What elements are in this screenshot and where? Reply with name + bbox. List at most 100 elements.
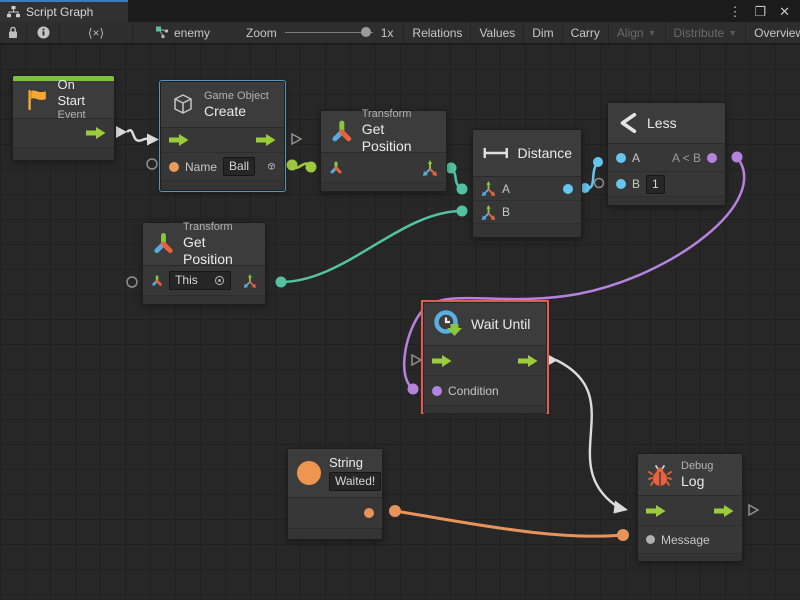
flow-input-port[interactable] bbox=[432, 355, 452, 367]
string-value-field[interactable]: Waited! bbox=[329, 472, 381, 491]
port-label: Name bbox=[185, 160, 217, 174]
unconnected-input-ring[interactable] bbox=[595, 179, 604, 188]
port-row bbox=[424, 346, 546, 376]
node-get-position-top[interactable]: Transform Get Position bbox=[320, 110, 447, 192]
titlebar-right: ⋮ ❐ ✕ bbox=[128, 0, 800, 22]
unconnected-input-ring[interactable] bbox=[127, 277, 137, 287]
condition-input-port[interactable] bbox=[432, 386, 442, 396]
b-value-field[interactable]: 1 bbox=[646, 175, 665, 194]
distance-output-port[interactable] bbox=[563, 184, 573, 194]
flow-output-port[interactable] bbox=[714, 505, 734, 517]
target-field[interactable]: This bbox=[169, 271, 231, 290]
distribute-button[interactable]: Distribute▼ bbox=[666, 22, 747, 43]
carry-button[interactable]: Carry bbox=[563, 22, 609, 43]
graph-toolbar: ⟨×⟩ enemy Zoom 1x Relations Values Dim C… bbox=[0, 22, 800, 44]
node-title: Less bbox=[647, 115, 677, 131]
tab-script-graph[interactable]: Script Graph bbox=[0, 0, 128, 22]
flow-wire-wait-debug[interactable] bbox=[556, 360, 615, 505]
maximize-icon[interactable]: ❐ bbox=[754, 5, 766, 18]
node-string-literal[interactable]: String Waited! bbox=[287, 448, 383, 540]
lock-button[interactable] bbox=[0, 22, 27, 43]
node-get-position-bottom[interactable]: Transform Get Position This bbox=[142, 222, 266, 305]
node-category: Transform bbox=[362, 108, 437, 121]
transform-icon bbox=[330, 120, 354, 144]
lock-icon bbox=[7, 26, 19, 39]
node-header: Wait Until bbox=[424, 303, 546, 346]
vector-input-port[interactable] bbox=[481, 181, 496, 196]
unconnected-flow-triangle[interactable] bbox=[412, 355, 421, 365]
object-picker-icon[interactable] bbox=[214, 275, 225, 286]
code-icon: ⟨×⟩ bbox=[88, 26, 104, 40]
less-a-input-port[interactable] bbox=[616, 153, 626, 163]
less-b-input-port[interactable] bbox=[616, 179, 626, 189]
flow-output-port[interactable] bbox=[86, 127, 106, 139]
node-create-game-object[interactable]: Game Object Create Name Ball bbox=[160, 81, 285, 191]
transform-input-port[interactable] bbox=[329, 161, 343, 175]
more-menu-icon[interactable]: ⋮ bbox=[728, 5, 741, 18]
flow-input-port[interactable] bbox=[169, 134, 189, 146]
vector-output-port[interactable] bbox=[422, 160, 438, 176]
align-button[interactable]: Align▼ bbox=[609, 22, 666, 43]
node-header: On Start Event bbox=[13, 81, 114, 119]
graph-name: enemy bbox=[174, 26, 210, 40]
flow-wire-onstart-create[interactable] bbox=[127, 130, 149, 141]
zoom-slider-handle[interactable] bbox=[361, 27, 371, 37]
node-debug-log[interactable]: Debug Log Message bbox=[637, 453, 743, 562]
node-title: Create bbox=[204, 103, 269, 120]
unconnected-input-ring[interactable] bbox=[147, 159, 157, 169]
flow-output-port[interactable] bbox=[256, 134, 276, 146]
flow-input-port[interactable] bbox=[646, 505, 666, 517]
less-result-output-port[interactable] bbox=[707, 153, 717, 163]
unity-visual-scripting-window: Script Graph ⋮ ❐ ✕ ⟨×⟩ bbox=[0, 0, 800, 600]
port-row: B 1 bbox=[608, 172, 725, 197]
transform-input-port[interactable] bbox=[151, 274, 163, 288]
wire-endpoint bbox=[457, 184, 468, 195]
port-row: B bbox=[473, 201, 581, 224]
dim-button[interactable]: Dim bbox=[524, 22, 562, 43]
port-label: Condition bbox=[448, 384, 499, 398]
node-category: Debug bbox=[681, 460, 713, 473]
port-row: Message bbox=[638, 526, 742, 554]
unconnected-flow-triangle[interactable] bbox=[292, 134, 301, 144]
node-title: String bbox=[329, 455, 381, 471]
relations-button[interactable]: Relations bbox=[403, 22, 471, 43]
node-on-start[interactable]: On Start Event bbox=[12, 75, 115, 161]
zoom-control: Zoom 1x bbox=[222, 22, 403, 43]
value-wire-string-debug[interactable] bbox=[395, 511, 623, 536]
node-less[interactable]: Less A A < B B 1 bbox=[607, 102, 726, 206]
node-header: Distance bbox=[473, 130, 581, 177]
node-header: Debug Log bbox=[638, 454, 742, 496]
name-input-port[interactable] bbox=[169, 162, 179, 172]
info-icon bbox=[37, 26, 50, 39]
wire-endpoint bbox=[732, 152, 743, 163]
port-row: A A < B bbox=[608, 144, 725, 172]
value-wire-getposition-distance-b[interactable] bbox=[281, 211, 462, 282]
node-wait-until[interactable]: Wait Until Condition bbox=[423, 302, 547, 414]
name-value-field[interactable]: Ball bbox=[223, 157, 255, 176]
graph-breadcrumb[interactable]: enemy bbox=[143, 22, 222, 43]
zoom-slider[interactable] bbox=[285, 32, 373, 33]
chevron-down-icon: ▼ bbox=[728, 28, 737, 38]
transform-icon bbox=[152, 232, 175, 256]
node-footer bbox=[608, 197, 725, 205]
wire-endpoint bbox=[617, 529, 629, 541]
values-button[interactable]: Values bbox=[471, 22, 524, 43]
game-object-output-icon[interactable] bbox=[267, 158, 276, 175]
value-inspector-button[interactable]: ⟨×⟩ bbox=[60, 22, 133, 43]
message-input-port[interactable] bbox=[646, 535, 655, 544]
overview-button[interactable]: Overview bbox=[746, 22, 800, 43]
graph-canvas[interactable]: On Start Event Game Object Create bbox=[0, 44, 800, 600]
close-icon[interactable]: ✕ bbox=[779, 5, 790, 18]
port-label: B bbox=[632, 177, 640, 191]
port-row bbox=[321, 153, 446, 183]
node-distance[interactable]: Distance A B bbox=[472, 129, 582, 238]
info-button[interactable] bbox=[27, 22, 60, 43]
vector-output-port[interactable] bbox=[243, 273, 257, 289]
chevron-down-icon: ▼ bbox=[648, 28, 657, 38]
unconnected-flow-triangle[interactable] bbox=[749, 505, 758, 515]
flow-output-port[interactable] bbox=[518, 355, 538, 367]
node-footer bbox=[473, 224, 581, 237]
port-label: B bbox=[502, 205, 510, 219]
vector-input-port[interactable] bbox=[481, 205, 496, 220]
string-output-port[interactable] bbox=[364, 508, 374, 518]
